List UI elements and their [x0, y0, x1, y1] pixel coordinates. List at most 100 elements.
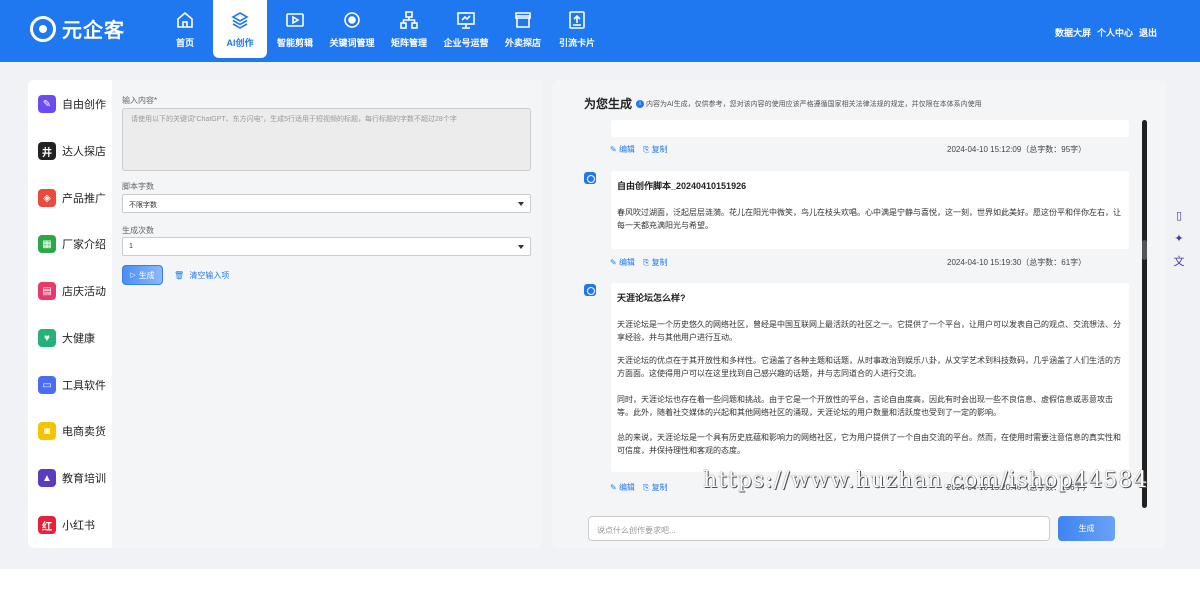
nav-item-lead-card[interactable]: 引流卡片	[551, 0, 603, 58]
sidebar-item-manufacturer[interactable]: ▦ 厂家介绍	[38, 233, 106, 255]
brand-logo[interactable]: 元企客	[30, 14, 125, 43]
main-nav: 首页 AI创作 智能剪辑 关键词管理 矩阵管理 企业号运营 外卖探店 引流卡片	[158, 0, 604, 62]
chevron-down-icon	[518, 245, 524, 249]
brand-name: 元企客	[62, 20, 125, 42]
logout-link[interactable]: 退出	[1139, 26, 1157, 39]
sidebar-item-free-create[interactable]: ✎ 自由创作	[38, 93, 106, 115]
video-icon	[286, 12, 304, 27]
chat-input[interactable]: 说点什么创作要求吧...	[588, 516, 1050, 541]
message-meta: 2024-04-10 15:19:30（总字数：61字）	[947, 258, 1087, 267]
content-label: 输入内容*	[122, 96, 158, 105]
hierarchy-icon	[400, 10, 418, 29]
sidebar-item-label: 产品推广	[62, 193, 106, 205]
nav-label: 智能剪辑	[276, 37, 313, 48]
trash-icon: 🗑	[174, 271, 185, 280]
sidebar-item-label: 大健康	[62, 333, 95, 345]
send-generate-button[interactable]: 生成	[1058, 516, 1115, 541]
nav-label: 关键词管理	[329, 37, 375, 48]
sidebar-item-label: 小红书	[62, 520, 95, 532]
results-scrollbar-thumb[interactable]	[1142, 240, 1147, 260]
presentation-icon	[457, 11, 475, 29]
copy-button[interactable]: ⎘ 复制	[643, 144, 668, 155]
sidebar-item-label: 厂家介绍	[62, 239, 106, 251]
translate-icon[interactable]: 文	[1169, 251, 1189, 271]
sidebar-item-anniversary[interactable]: ▤ 店庆活动	[38, 280, 106, 302]
edit-button[interactable]: ✎ 编辑	[610, 482, 635, 493]
message-paragraph: 总的来说，天涯论坛是一个具有历史底蕴和影响力的网络社区，它为用户提供了一个自由交…	[617, 433, 1121, 455]
sparkle-icon[interactable]: ✦	[1169, 228, 1189, 248]
pen-icon: ✎	[38, 95, 56, 113]
creation-form: 输入内容* 请使用以下的关键词"ChatGPT、东方闪电"，生成5行适用于短视频…	[112, 80, 542, 548]
floating-toolbar: ▯ ✦ 文	[1166, 203, 1192, 273]
sidebar-item-label: 教育培训	[62, 473, 106, 485]
sidebar-item-label: 工具软件	[62, 380, 106, 392]
results-scrollbar[interactable]	[1142, 120, 1147, 508]
edit-button[interactable]: ✎ 编辑	[610, 257, 635, 268]
nav-label: 引流卡片	[558, 37, 595, 48]
dashboard-link[interactable]: 数据大屏	[1055, 26, 1091, 39]
content-textarea[interactable]: 请使用以下的关键词"ChatGPT、东方闪电"，生成5行适用于短视频的标题，每行…	[122, 108, 531, 171]
store-icon	[515, 11, 531, 28]
gift-icon: ▤	[38, 282, 56, 300]
sidebar-item-influencer[interactable]: 井 达人探店	[38, 140, 106, 162]
upload-card-icon	[569, 10, 585, 29]
message-card: 自由创作脚本_20240410151926 春风吹过湖面，泛起层层涟漪。花儿在阳…	[611, 171, 1129, 249]
results-header: 为您生成 i 内容为AI生成，仅供参考，您对该内容的使用应该严格遵循国家相关法律…	[584, 95, 982, 112]
nav-label: 外卖探店	[504, 37, 541, 48]
info-icon: i	[636, 99, 645, 108]
message-meta: 2024-04-10 15:12:09（总字数：95字）	[947, 145, 1087, 154]
nav-label: 首页	[175, 37, 194, 48]
message-title: 天涯论坛怎么样?	[617, 293, 686, 303]
message-paragraph: 天涯论坛是一个历史悠久的网络社区，曾经是中国互联网上最活跃的社区之一。它提供了一…	[617, 320, 1121, 342]
nav-item-ai-create[interactable]: AI创作	[213, 0, 267, 58]
count-label: 生成次数	[122, 226, 154, 235]
user-center-link[interactable]: 个人中心	[1097, 26, 1133, 39]
sidebar-item-xiaohongshu[interactable]: 红 小红书	[38, 514, 95, 536]
length-select-value: 不限字数	[129, 202, 157, 209]
sidebar-item-label: 自由创作	[62, 99, 106, 111]
nav-item-matrix[interactable]: 矩阵管理	[383, 0, 435, 58]
bot-avatar-icon	[584, 172, 596, 184]
nav-item-smart-edit[interactable]: 智能剪辑	[269, 0, 321, 58]
nav-label: 企业号运营	[443, 37, 489, 48]
box-icon: ◈	[38, 189, 56, 207]
length-select[interactable]: 不限字数	[122, 194, 531, 213]
chevron-down-icon	[518, 202, 524, 206]
target-icon	[344, 11, 360, 28]
sidebar-item-health[interactable]: ♥ 大健康	[38, 327, 95, 349]
message-card	[611, 120, 1129, 137]
disclaimer-text: 内容为AI生成，仅供参考，您对该内容的使用应该严格遵循国家相关法律法规的规定，并…	[646, 100, 982, 108]
play-icon: ▷	[130, 272, 136, 279]
nav-label: 矩阵管理	[390, 37, 427, 48]
message-body: 春风吹过湖面，泛起层层涟漪。花儿在阳光中微笑，鸟儿在枝头欢唱。心中满是宁静与喜悦…	[617, 208, 1121, 230]
clear-inputs-label: 清空输入项	[189, 271, 230, 280]
factory-icon: ▦	[38, 235, 56, 253]
copy-button[interactable]: ⎘ 复制	[643, 482, 668, 493]
results-disclaimer: i 内容为AI生成，仅供参考，您对该内容的使用应该严格遵循国家相关法律法规的规定…	[636, 99, 982, 109]
sidebar-item-product-promo[interactable]: ◈ 产品推广	[38, 187, 106, 209]
message-paragraph: 天涯论坛的优点在于其开放性和多样性。它涵盖了各种主题和话题，从时事政治到娱乐八卦…	[617, 356, 1121, 378]
sidebar-item-tools[interactable]: ▭ 工具软件	[38, 374, 106, 396]
nav-item-takeout[interactable]: 外卖探店	[497, 0, 549, 58]
xiaohongshu-icon: 红	[38, 516, 56, 534]
count-select-value: 1	[129, 243, 133, 250]
clear-inputs-link[interactable]: 🗑 清空输入项	[174, 270, 229, 281]
watermark-text: https://www.huzhan.com/ishop44584	[703, 468, 1149, 493]
category-sidebar: ✎ 自由创作 井 达人探店 ◈ 产品推广 ▦ 厂家介绍 ▤ 店庆活动 ♥ 大健康…	[28, 80, 112, 548]
nav-item-home[interactable]: 首页	[159, 0, 211, 58]
monitor-icon: ▭	[38, 376, 56, 394]
sidebar-item-label: 店庆活动	[62, 286, 106, 298]
document-icon[interactable]: ▯	[1169, 205, 1189, 225]
generate-button[interactable]: ▷ 生成	[122, 265, 163, 285]
nav-item-enterprise[interactable]: 企业号运营	[437, 0, 495, 58]
count-select[interactable]: 1	[122, 237, 531, 256]
nav-label: AI创作	[226, 37, 254, 48]
edit-button[interactable]: ✎ 编辑	[610, 144, 635, 155]
sidebar-item-label: 电商卖货	[62, 426, 106, 438]
copy-button[interactable]: ⎘ 复制	[643, 257, 668, 268]
message-actions: ✎ 编辑 ⎘ 复制	[610, 144, 668, 155]
sidebar-item-education[interactable]: ▲ 教育培训	[38, 467, 106, 489]
shop-icon: ◙	[38, 422, 56, 440]
nav-item-keyword[interactable]: 关键词管理	[323, 0, 381, 58]
sidebar-item-ecommerce[interactable]: ◙ 电商卖货	[38, 420, 106, 442]
